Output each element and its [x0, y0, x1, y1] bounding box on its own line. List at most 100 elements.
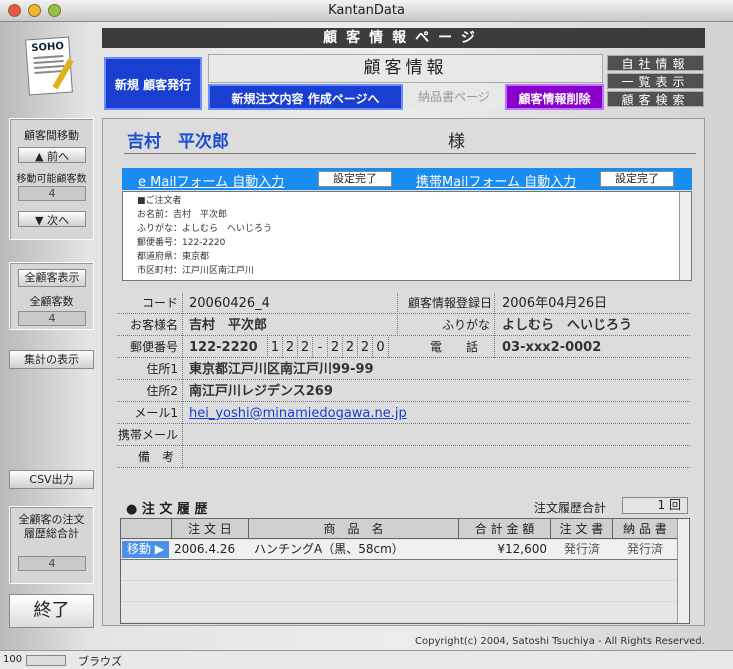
- order-table: 注 文 日 商 品 名 合 計 金 額 注 文 書 納 品 書 移動 ▶ 200…: [120, 518, 690, 624]
- total-customers-label: 全顧客数: [29, 295, 74, 308]
- order-amount: ¥12,600: [497, 542, 547, 556]
- note-label: 備 考: [117, 447, 183, 468]
- preview-line: ■ご注文者: [137, 196, 182, 206]
- code-value[interactable]: 20060426_4: [189, 293, 270, 314]
- zip-digit: 2: [283, 337, 298, 358]
- header-order-doc: 注 文 書: [551, 519, 613, 539]
- zip-digit: -: [313, 337, 328, 358]
- row-email: メール1 hei_yoshi@minamiedogawa.ne.jp: [117, 403, 690, 424]
- preview-scrollbar[interactable]: [679, 192, 691, 280]
- email-form-link[interactable]: e Mailフォーム 自動入力: [138, 171, 284, 190]
- registration-date-label: 顧客情報登録日: [397, 293, 495, 314]
- header-delivery-doc: 納 品 書: [623, 522, 667, 536]
- registration-date-value[interactable]: 2006年04月26日: [502, 293, 607, 314]
- order-doc-status: 発行済: [563, 542, 600, 556]
- address2-value[interactable]: 南江戸川レジデンス269: [189, 381, 333, 402]
- name-label: お客様名: [117, 315, 183, 336]
- preview-line: お名前：吉村 平次郎: [137, 210, 228, 220]
- zip-digit: 1: [268, 337, 283, 358]
- tel-value[interactable]: 03-xxx2-0002: [502, 337, 601, 358]
- zoom-level[interactable]: 100: [3, 654, 22, 665]
- copyright: Copyright(c) 2004, Satoshi Tsuchiya - Al…: [415, 636, 705, 647]
- email-value[interactable]: hei_yoshi@minamiedogawa.ne.jp: [189, 403, 407, 424]
- new-order-page-button[interactable]: 新規注文内容 作成ページへ: [208, 84, 403, 110]
- logo-text: SOHO: [31, 40, 65, 55]
- table-row[interactable]: 移動 ▶ 2006.4.26 ハンチングA（黒、58cm） ¥12,600 発行…: [121, 540, 677, 560]
- company-info-button[interactable]: 自社情報: [607, 55, 704, 71]
- customer-nav-box: 顧客間移動 ▲ 前へ 移動可能顧客数 4 ▼ 次へ: [9, 118, 94, 240]
- zip-digit: 2: [343, 337, 358, 358]
- email-label: メール1: [117, 403, 183, 424]
- mobile-done-button[interactable]: 設定完了: [600, 171, 674, 187]
- tel-label: 電 話: [397, 337, 495, 358]
- mode-indicator: ブラウズ: [78, 655, 122, 668]
- delete-customer-button[interactable]: 顧客情報削除: [505, 84, 604, 110]
- kana-label: ふりがな: [397, 315, 495, 336]
- window-title: KantanData: [328, 3, 405, 18]
- title-bar: KantanData: [0, 0, 733, 22]
- preview-line: 郵便番号：122-2220: [137, 238, 226, 248]
- move-to-order-button[interactable]: 移動 ▶: [122, 541, 169, 558]
- total-customers-count: 4: [18, 311, 86, 326]
- prev-button[interactable]: ▲ 前へ: [18, 147, 86, 163]
- preview-line: 都道府県：東京都: [137, 252, 210, 262]
- customer-name-heading: 吉村 平次郎: [124, 130, 440, 154]
- order-total-count-label: 注文履歴合計: [534, 501, 607, 515]
- movable-count: 4: [18, 186, 86, 201]
- name-value[interactable]: 吉村 平次郎: [189, 315, 267, 336]
- order-total-label: 全顧客の注文履歴総合計: [18, 513, 85, 540]
- movable-label: 移動可能顧客数: [16, 174, 87, 185]
- all-customers-box: 全顧客表示 全顧客数 4: [9, 262, 94, 330]
- delivery-page-button[interactable]: 納品書ページ: [405, 84, 503, 110]
- row-mobile-mail: 携帯メール: [117, 425, 690, 446]
- header-date: 注 文 日: [171, 519, 249, 539]
- kana-value[interactable]: よしむら へいじろう: [502, 315, 632, 336]
- preview-line: ふりがな：よしむら へいじろう: [137, 224, 273, 234]
- zip-value[interactable]: 122-2220: [189, 337, 258, 358]
- zoom-controls-icon[interactable]: [26, 655, 66, 666]
- header-amount: 合 計 金 額: [459, 519, 551, 539]
- row-address1: 住所1 東京都江戸川区南江戸川99-99: [117, 359, 690, 380]
- mobile-form-link[interactable]: 携帯Mailフォーム 自動入力: [416, 171, 576, 190]
- email-done-button[interactable]: 設定完了: [318, 171, 392, 187]
- row-address2: 住所2 南江戸川レジデンス269: [117, 381, 690, 402]
- zip-digit-boxes: 1 2 2 - 2 2 2 0: [267, 337, 389, 358]
- honorific: 様: [440, 130, 696, 154]
- code-label: コード: [117, 293, 183, 314]
- next-button[interactable]: ▼ 次へ: [18, 211, 86, 227]
- row-note: 備 考: [117, 447, 690, 468]
- order-date: 2006.4.26: [174, 542, 236, 556]
- order-total-count: 4: [18, 556, 86, 571]
- mail-preview[interactable]: ■ご注文者お名前：吉村 平次郎ふりがな：よしむら へいじろう 郵便番号：122-2…: [122, 191, 692, 281]
- section-title: 顧客情報: [208, 54, 603, 83]
- row-code: コード 20060426_4 顧客情報登録日 2006年04月26日: [117, 293, 690, 314]
- delivery-doc-status: 発行済: [626, 542, 663, 556]
- move-label: 顧客間移動: [24, 129, 79, 142]
- page-header: 顧客情報ページ: [102, 28, 705, 48]
- row-name: お客様名 吉村 平次郎 ふりがな よしむら へいじろう: [117, 315, 690, 336]
- order-table-scrollbar[interactable]: [677, 519, 689, 623]
- summary-button[interactable]: 集計の表示: [9, 350, 94, 369]
- preview-line: 市区町村：江戸川区南江戸川: [137, 266, 255, 276]
- list-view-button[interactable]: 一覧表示: [607, 73, 704, 89]
- new-customer-button[interactable]: 新規 顧客発行: [104, 57, 202, 110]
- order-history-title: ● 注 文 履 歴: [126, 502, 208, 517]
- address2-label: 住所2: [117, 381, 183, 402]
- zip-digit: 2: [298, 337, 313, 358]
- order-total-box: 全顧客の注文履歴総合計 4: [9, 506, 94, 584]
- mail-form-bar: e Mailフォーム 自動入力 設定完了 携帯Mailフォーム 自動入力 設定完…: [122, 168, 692, 190]
- empty-rows: [121, 560, 677, 623]
- quit-button[interactable]: 終了: [9, 594, 94, 628]
- zip-label: 郵便番号: [117, 337, 183, 358]
- zip-digit: 0: [376, 340, 385, 355]
- address1-value[interactable]: 東京都江戸川区南江戸川99-99: [189, 359, 374, 380]
- order-table-header: 注 文 日 商 品 名 合 計 金 額 注 文 書 納 品 書: [121, 519, 677, 539]
- zip-digit: 2: [358, 337, 373, 358]
- csv-export-button[interactable]: CSV出力: [9, 470, 94, 489]
- show-all-button[interactable]: 全顧客表示: [18, 269, 86, 287]
- order-total-count-value: 1 回: [622, 497, 688, 514]
- status-bar: 100 ブラウズ: [0, 650, 733, 669]
- row-zip: 郵便番号 122-2220 1 2 2 - 2 2 2 0 電 話 03-xxx…: [117, 337, 690, 358]
- zip-digit: 2: [328, 337, 343, 358]
- customer-search-button[interactable]: 顧客検索: [607, 91, 704, 107]
